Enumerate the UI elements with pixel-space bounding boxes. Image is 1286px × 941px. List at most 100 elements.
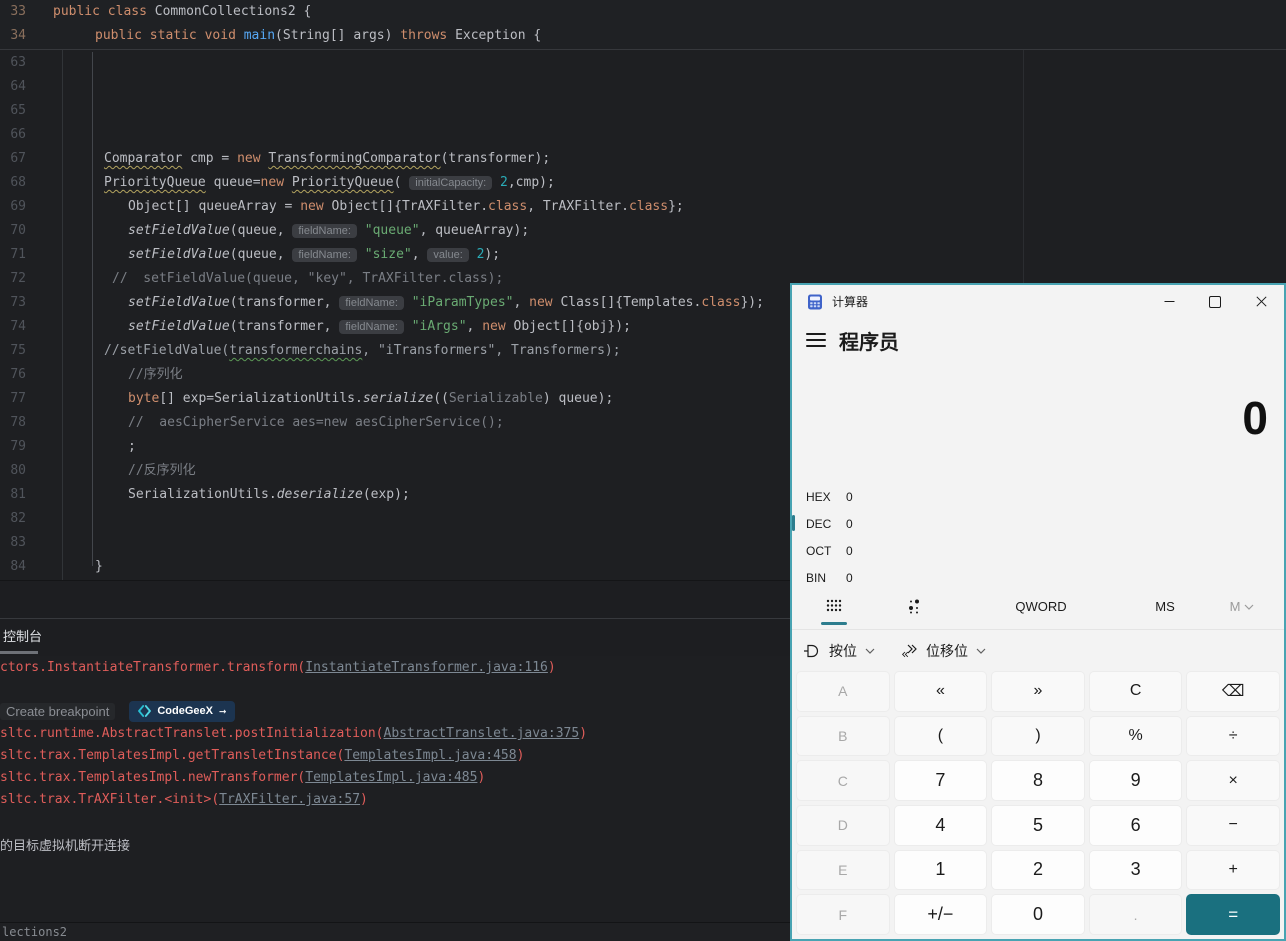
key-e: E (796, 849, 890, 891)
code-text: byte[] exp=SerializationUtils.serialize(… (128, 391, 614, 406)
bit-toggle-keypad-toggle[interactable] (896, 590, 932, 623)
key-1[interactable]: 1 (893, 849, 988, 891)
radix-label: DEC (806, 516, 832, 531)
radix-label: OCT (806, 543, 832, 558)
code-text: setFieldValue(queue, fieldName: "queue",… (128, 223, 530, 238)
radix-row-bin[interactable]: BIN 0 (792, 564, 1284, 591)
stack-trace-link[interactable]: AbstractTranslet.java:375 (384, 726, 580, 741)
key-right-shift[interactable]: » (991, 671, 1085, 712)
stack-trace-line: sltc.trax.TemplatesImpl.getTransletInsta… (0, 748, 525, 763)
key-5[interactable]: 5 (991, 805, 1085, 846)
hamburger-menu-icon[interactable] (806, 333, 826, 347)
line-number: 79 (10, 439, 26, 454)
code-line: 71 setFieldValue(queue, fieldName: "size"… (0, 243, 1286, 267)
code-text: } (95, 559, 103, 574)
code-text: //序列化 (128, 367, 183, 382)
screen: 63 64 65 66 67 Comparator cmp = new Transform… (0, 0, 1286, 941)
code-text: public class CommonCollections2 { (53, 4, 312, 19)
memory-store-button[interactable]: MS (1135, 590, 1195, 623)
code-text: ; (128, 439, 136, 454)
key-negate[interactable]: +/− (893, 894, 988, 935)
close-button[interactable] (1238, 285, 1284, 318)
stack-trace-link[interactable]: TemplatesImpl.java:458 (344, 748, 516, 763)
key-plus[interactable]: + (1186, 849, 1280, 891)
code-text: //反序列化 (128, 463, 196, 478)
stack-trace-link[interactable]: TemplatesImpl.java:485 (305, 770, 477, 785)
line-number: 71 (10, 247, 26, 262)
code-text: setFieldValue(transformer, fieldName: "i… (128, 295, 764, 310)
stack-trace-link[interactable]: InstantiateTransformer.java:116 (305, 660, 548, 675)
code-line: 34 public static void main(String[] args)… (0, 24, 1286, 48)
radix-value: 0 (846, 570, 853, 585)
key-4[interactable]: 4 (893, 805, 988, 846)
line-number: 64 (10, 79, 26, 94)
key-8[interactable]: 8 (991, 760, 1085, 801)
codegeex-button[interactable]: CodeGeeX → (129, 700, 236, 722)
key-3[interactable]: 3 (1088, 849, 1183, 891)
key-9[interactable]: 9 (1088, 760, 1183, 801)
key-percent[interactable]: % (1088, 715, 1183, 757)
key-left-shift[interactable]: « (893, 671, 988, 712)
line-number: 72 (10, 271, 26, 286)
close-icon (1255, 296, 1267, 307)
code-line: 33 public class CommonCollections2 { (0, 0, 1286, 24)
key-backspace[interactable]: ⌫ (1186, 671, 1280, 712)
radix-value: 0 (846, 543, 853, 558)
key-0[interactable]: 0 (991, 894, 1085, 935)
calculator-title-bar[interactable]: 计算器 (792, 285, 1284, 318)
key-7[interactable]: 7 (893, 760, 988, 801)
stack-trace-link[interactable]: TrAXFilter.java:57 (219, 792, 360, 807)
line-number: 77 (10, 391, 26, 406)
logic-gate-icon (804, 644, 819, 658)
code-line: 68 PriorityQueue queue=new PriorityQueue(… (0, 171, 1286, 195)
key-decimal: . (1088, 894, 1183, 935)
code-text: public static void main(String[] args) t… (95, 28, 542, 43)
code-text: SerializationUtils.deserialize(exp); (128, 487, 410, 502)
memory-menu-button[interactable]: M (1212, 590, 1272, 623)
tab-console[interactable]: 控制台 (0, 619, 42, 654)
key-clear[interactable]: C (1088, 671, 1183, 712)
stack-trace-line: ctors.InstantiateTransformer.transform(I… (0, 660, 556, 675)
key-6[interactable]: 6 (1088, 805, 1183, 846)
code-text: setFieldValue(queue, fieldName: "size", … (128, 247, 501, 262)
key-multiply[interactable]: × (1186, 760, 1280, 801)
line-number: 65 (10, 103, 26, 118)
full-keypad-toggle[interactable] (816, 590, 852, 625)
code-text: PriorityQueue queue=new PriorityQueue( i… (104, 175, 555, 190)
key-minus[interactable]: − (1186, 805, 1280, 846)
radix-value: 0 (846, 489, 853, 504)
chevron-down-icon (865, 648, 875, 654)
maximize-button[interactable] (1192, 285, 1238, 318)
radix-row-hex[interactable]: HEX 0 (792, 483, 1284, 510)
bitshift-dropdown[interactable]: 位移位 (901, 641, 986, 661)
key-2[interactable]: 2 (991, 849, 1085, 891)
line-number: 34 (10, 28, 26, 43)
calculator-title: 计算器 (832, 295, 869, 309)
sticky-header-lines: 33 public class CommonCollections2 { 34 pub… (0, 0, 1286, 50)
code-line: 64 (0, 75, 1286, 99)
calculator-window: 计算器 程序员 0 HEX 0 DEC 0 OCT 0 BIN 0 QWORD MS M (790, 283, 1286, 941)
radix-row-dec[interactable]: DEC 0 (792, 510, 1284, 537)
stack-trace-line: sltc.trax.TemplatesImpl.newTransformer(T… (0, 770, 486, 785)
bitwise-dropdown[interactable]: 按位 (804, 641, 875, 661)
calculator-toolbar: QWORD MS M (792, 590, 1284, 626)
word-size-button[interactable]: QWORD (991, 590, 1091, 623)
create-breakpoint-hint[interactable]: Create breakpoint (0, 702, 116, 720)
key-close-paren[interactable]: ) (991, 715, 1085, 757)
minimize-button[interactable] (1146, 285, 1192, 318)
line-number: 81 (10, 487, 26, 502)
line-number: 76 (10, 367, 26, 382)
key-divide[interactable]: ÷ (1186, 715, 1280, 757)
line-number: 66 (10, 127, 26, 142)
line-number: 80 (10, 463, 26, 478)
line-number: 73 (10, 295, 26, 310)
key-open-paren[interactable]: ( (893, 715, 988, 757)
stack-trace-line: sltc.trax.TrAXFilter.<init>(TrAXFilter.j… (0, 792, 368, 807)
calculator-display: 0 (1242, 392, 1268, 444)
code-text: setFieldValue(transformer, fieldName: "i… (128, 319, 631, 334)
radix-row-oct[interactable]: OCT 0 (792, 537, 1284, 564)
calculator-keypad: A «» C ⌫ B()% ÷ C 7 8 9 × D 4 5 6− E 1 2 3 + F +/− 0. = (796, 671, 1280, 935)
maximize-icon (1209, 295, 1221, 308)
line-number: 63 (10, 55, 26, 70)
key-equals[interactable]: = (1186, 894, 1280, 935)
